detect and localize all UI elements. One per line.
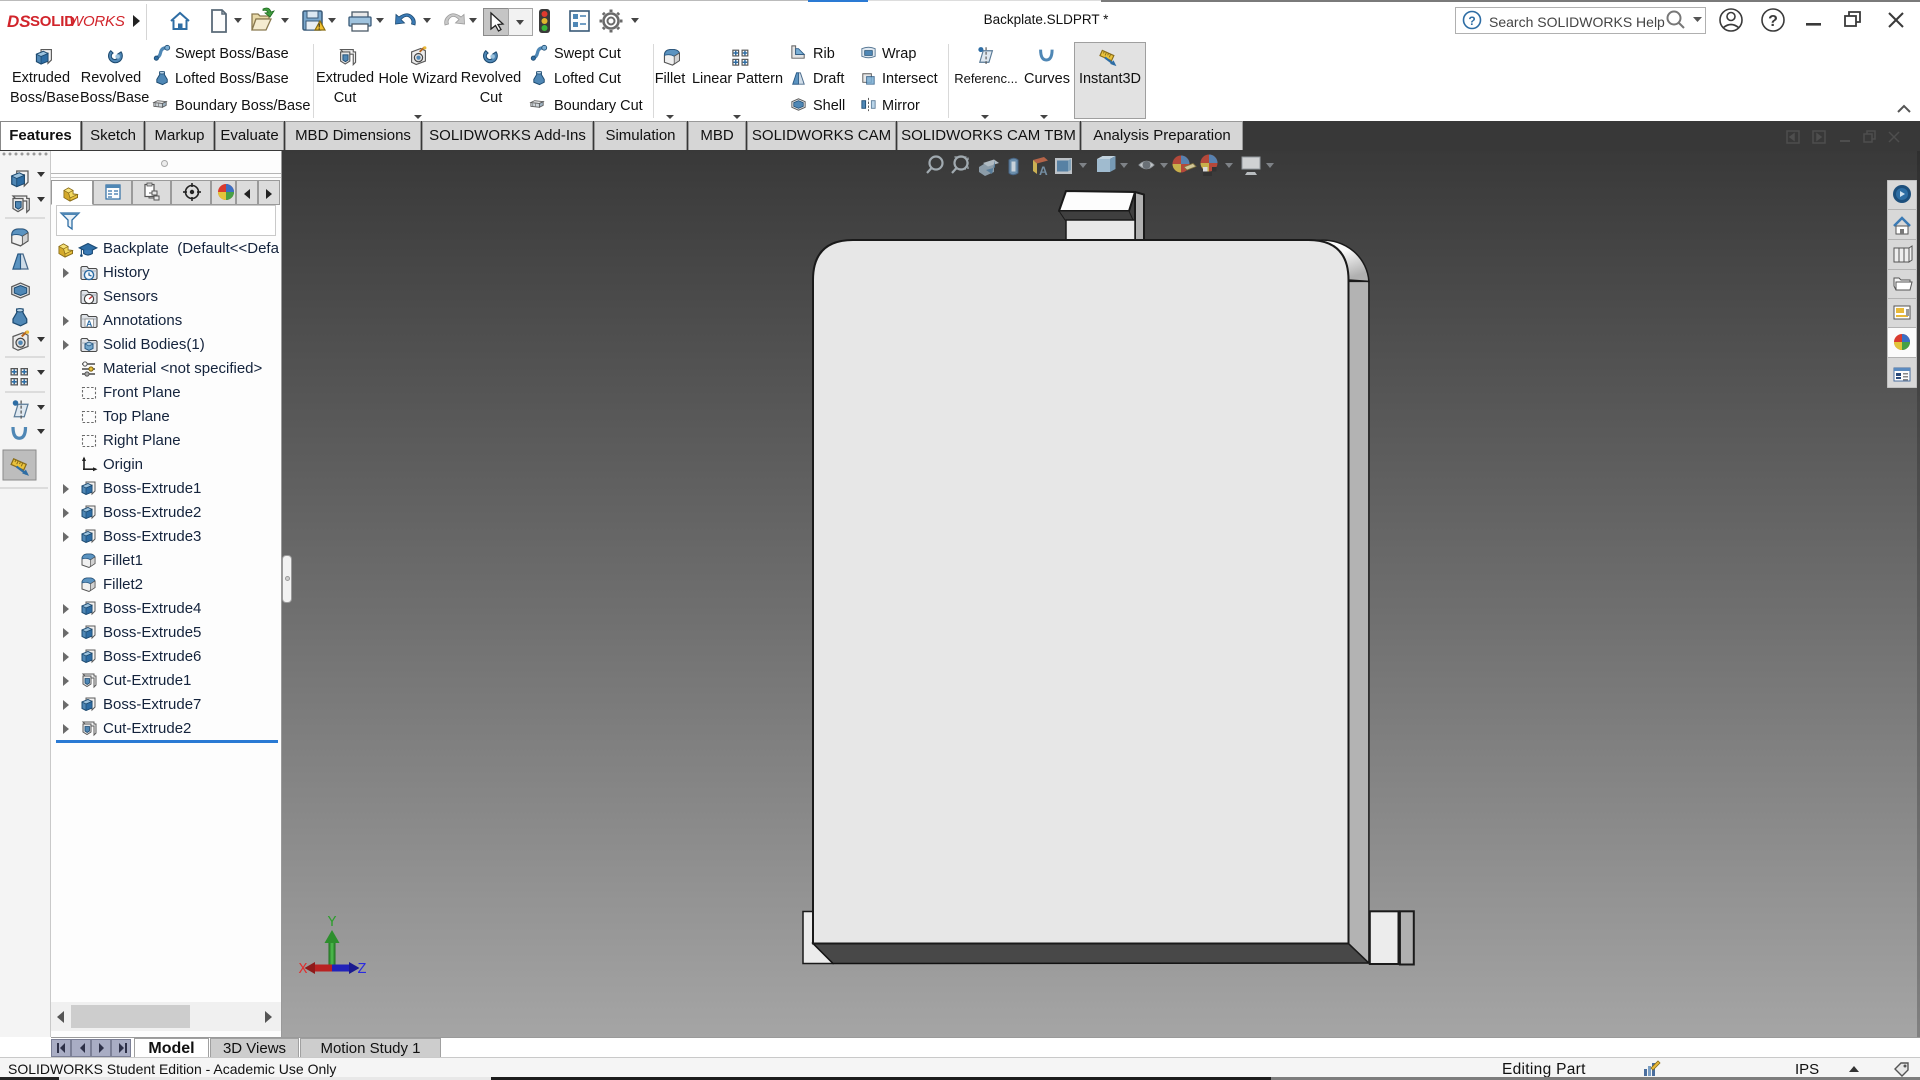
svg-text:Z: Z [357, 961, 366, 978]
svg-text:?: ? [1768, 13, 1778, 30]
svg-text:WORKS: WORKS [69, 13, 125, 30]
svg-text:!: ! [318, 23, 321, 32]
svg-text:Y: Y [327, 914, 336, 931]
svg-text:?: ? [1468, 14, 1475, 28]
svg-text:A: A [1039, 164, 1048, 178]
svg-text:DS: DS [7, 12, 31, 31]
svg-text:X: X [298, 961, 307, 978]
